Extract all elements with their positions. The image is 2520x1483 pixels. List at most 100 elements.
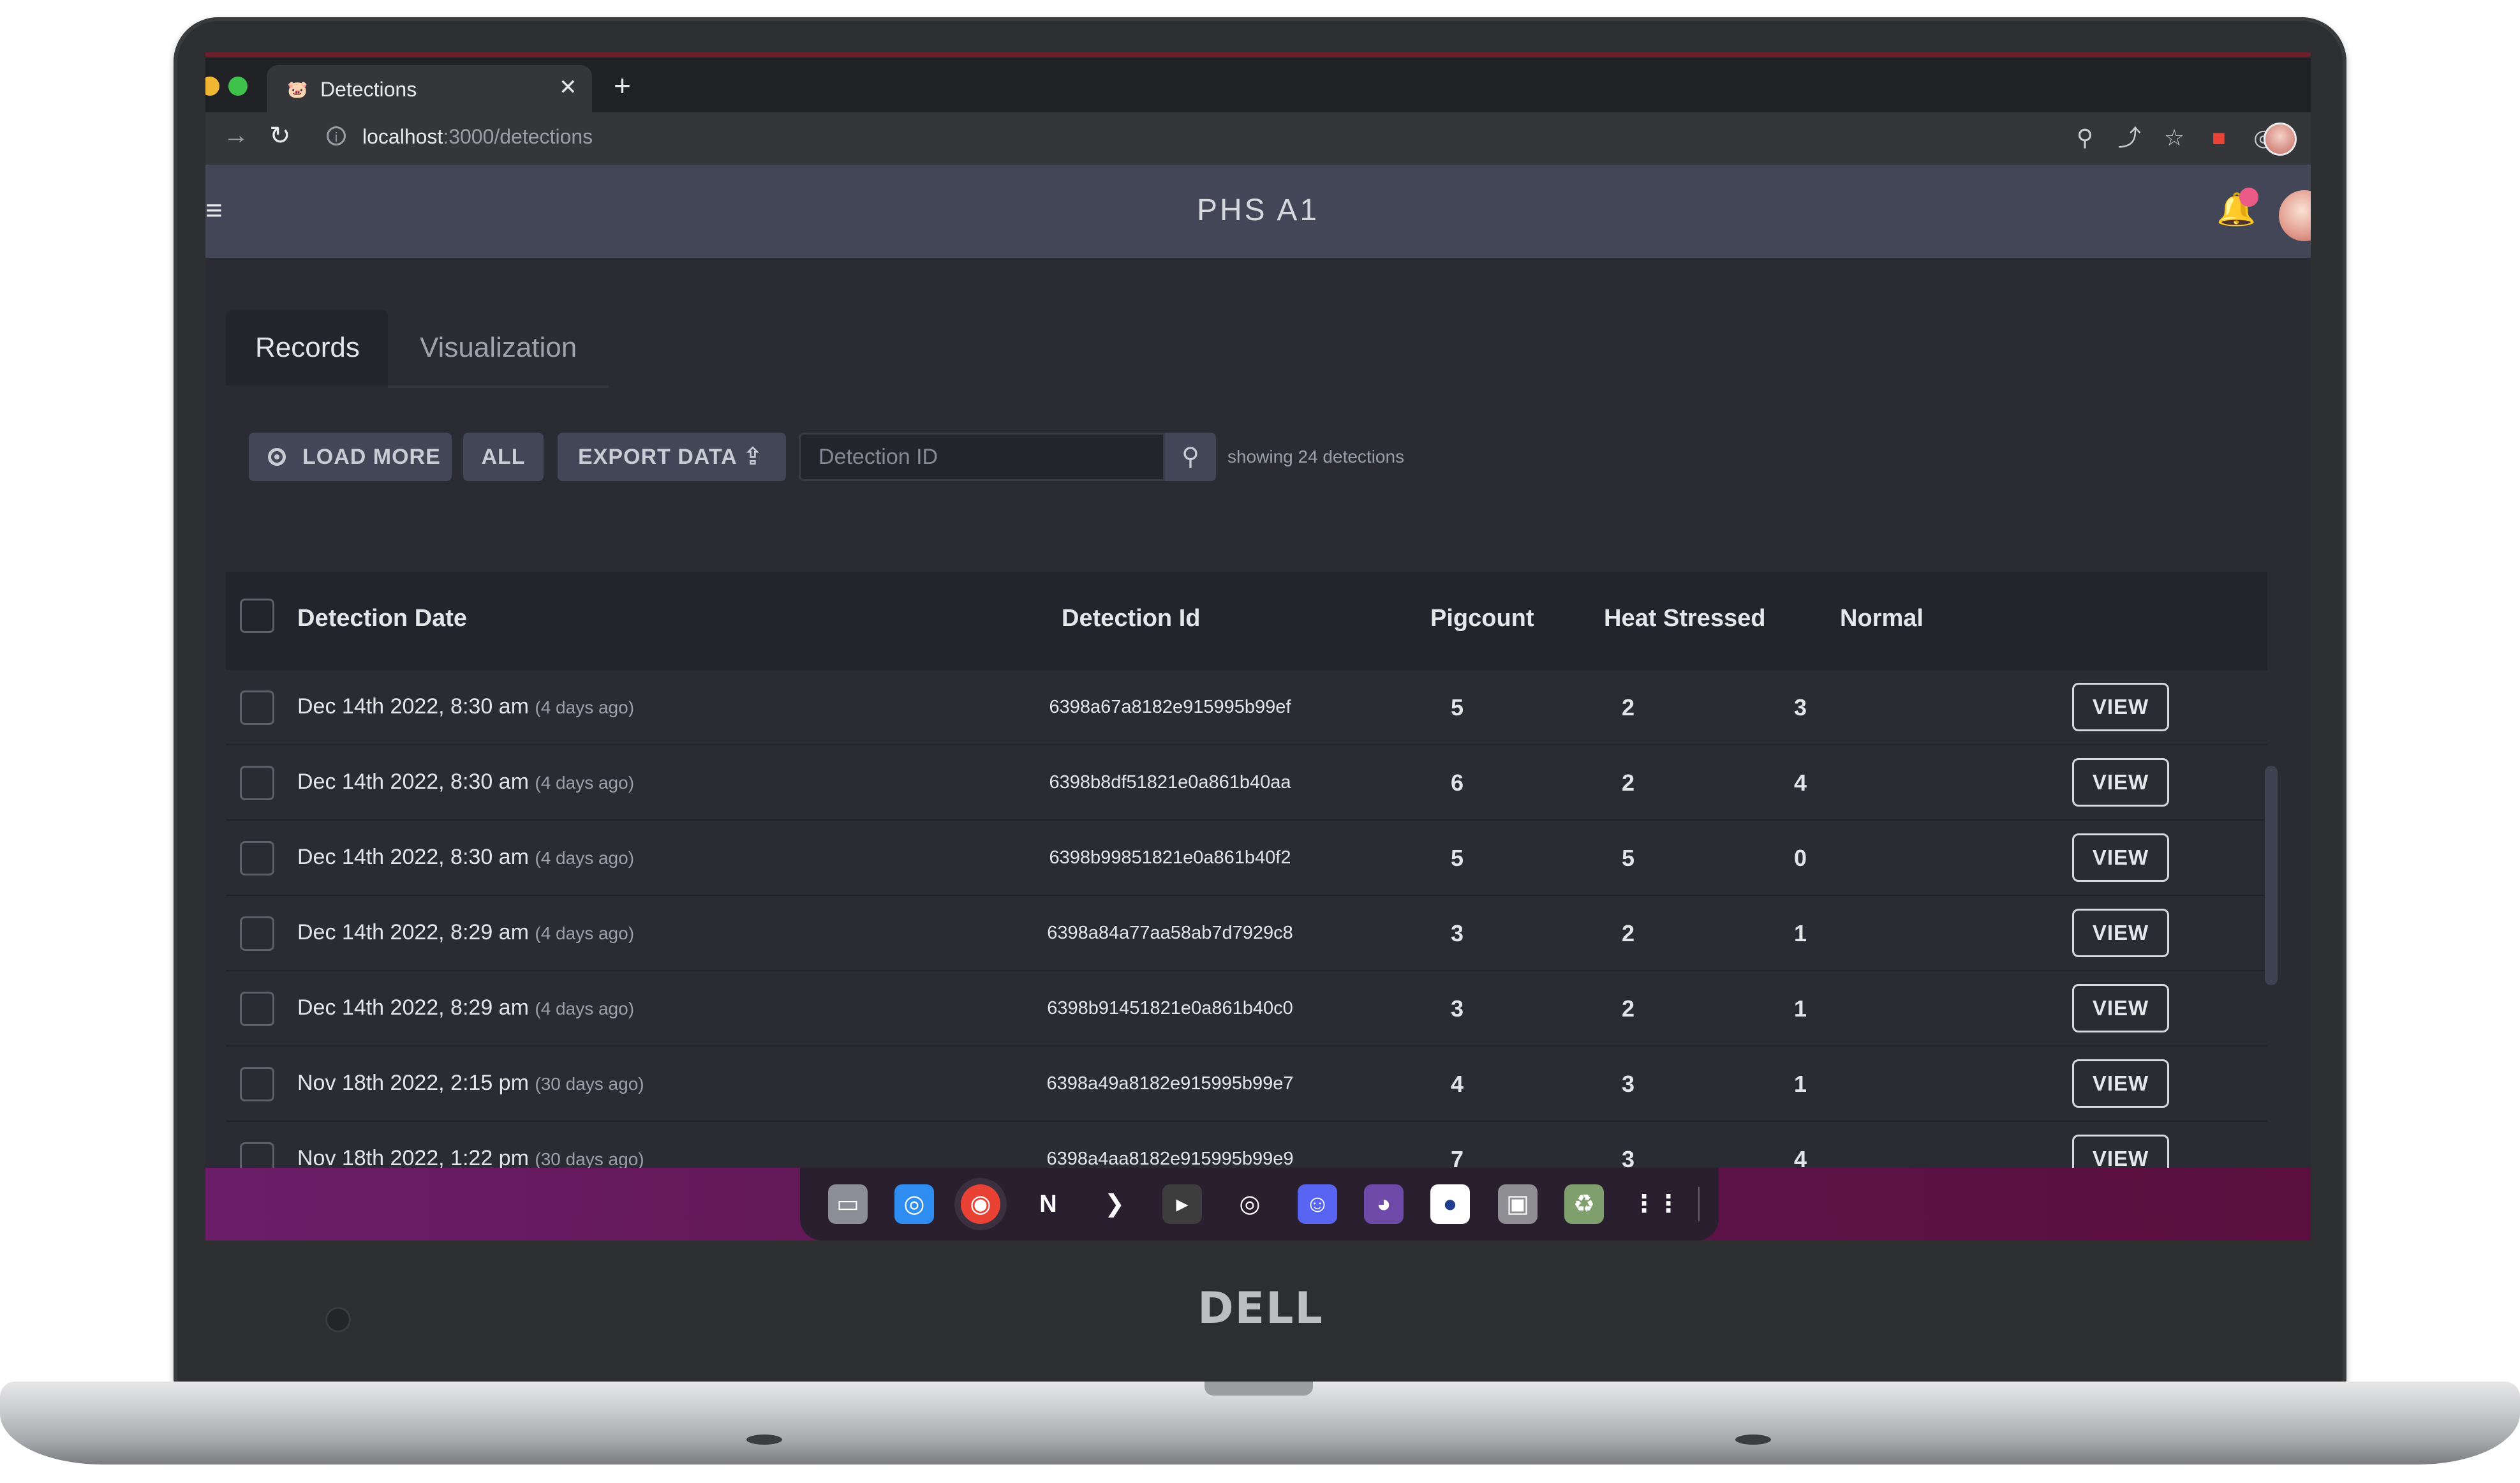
row-heat: 2 [1621, 770, 1635, 796]
forward-arrow-icon[interactable]: → [223, 121, 249, 150]
row-detection-id: 6398a84a77aa58ab7d7929c8 [1047, 923, 1293, 943]
row-detection-id: 6398b99851821e0a861b40f2 [1049, 847, 1291, 868]
site-info-icon[interactable]: i [327, 126, 346, 145]
dock-trash-icon[interactable]: ♻ [1564, 1184, 1604, 1224]
tab-records[interactable]: Records [226, 310, 388, 385]
app-title: PHS A1 [1196, 193, 1320, 227]
detection-relative-time: (30 days ago) [535, 1149, 644, 1169]
detection-date-text: Dec 14th 2022, 8:30 am [297, 845, 529, 869]
dock-drive-icon[interactable]: ▣ [1498, 1184, 1538, 1224]
row-pigcount: 5 [1450, 845, 1464, 871]
dock-vscode-icon[interactable]: ❯ [1095, 1184, 1134, 1224]
view-button[interactable]: VIEW [2072, 758, 2169, 807]
detection-id-search-input[interactable] [799, 433, 1165, 481]
tab-close-icon[interactable]: ✕ [559, 77, 577, 98]
export-data-button[interactable]: EXPORT DATA ⇪ [558, 433, 786, 481]
header-pigcount: Pigcount [1430, 605, 1534, 632]
detection-relative-time: (4 days ago) [535, 848, 635, 868]
table-row: Dec 14th 2022, 8:29 am (4 days ago) 6398b… [226, 971, 2267, 1047]
view-button[interactable]: VIEW [2072, 984, 2169, 1032]
row-pigcount: 3 [1450, 995, 1464, 1022]
share-icon[interactable]: ⤴ [2114, 123, 2145, 153]
zoom-icon[interactable]: ⚲ [2070, 123, 2100, 153]
screen: 🐷 Detections ✕ + → ↻ i localhost:3000/de… [205, 52, 2311, 1241]
row-checkbox[interactable] [240, 1067, 274, 1101]
new-tab-plus-icon[interactable]: + [614, 70, 631, 101]
extension-red-icon[interactable]: ■ [2204, 123, 2234, 153]
detection-date-text: Nov 18th 2022, 2:15 pm [297, 1071, 529, 1095]
dock-browser-icon[interactable]: ◎ [894, 1184, 934, 1224]
row-checkbox[interactable] [240, 916, 274, 951]
row-normal: 1 [1793, 920, 1807, 946]
detection-date-text: Dec 14th 2022, 8:30 am [297, 694, 529, 719]
row-checkbox[interactable] [240, 841, 274, 876]
app-dock: ▭ ◎ ◉ N ❯ ▸ ◎ ☺ ◕ ● ▣ ♻ ⋮⋮ [800, 1168, 1719, 1241]
dock-chrome-icon[interactable]: ◉ [961, 1184, 1000, 1224]
row-checkbox[interactable] [240, 766, 274, 800]
row-checkbox[interactable] [240, 992, 274, 1026]
row-pigcount: 5 [1450, 694, 1464, 720]
row-detection-date: Dec 14th 2022, 8:30 am (4 days ago) [297, 694, 634, 719]
row-normal: 1 [1793, 1071, 1807, 1097]
dock-terminal-icon[interactable]: ▸ [1162, 1184, 1202, 1224]
detection-relative-time: (4 days ago) [535, 923, 635, 943]
url-host: localhost [362, 125, 443, 148]
row-pigcount: 4 [1450, 1071, 1464, 1097]
window-minimize-button[interactable] [205, 77, 219, 96]
row-normal: 1 [1793, 995, 1807, 1022]
row-detection-id: 6398a4aa8182e915995b99e9 [1046, 1149, 1294, 1169]
row-heat: 2 [1621, 694, 1635, 720]
reload-icon[interactable]: ↻ [269, 121, 291, 151]
dock-app-icon[interactable]: ● [1430, 1184, 1470, 1224]
detection-date-text: Dec 14th 2022, 8:29 am [297, 995, 529, 1020]
tab-visualization[interactable]: Visualization [388, 310, 609, 388]
notification-badge [2239, 188, 2258, 207]
tab-visualization-label: Visualization [420, 332, 577, 363]
dock-discord-icon[interactable]: ☺ [1298, 1184, 1337, 1224]
dock-files-icon[interactable]: ▭ [828, 1184, 868, 1224]
table-row: Dec 14th 2022, 8:30 am (4 days ago) 6398b… [226, 821, 2267, 896]
dock-app-grid-icon[interactable]: ⋮⋮ [1632, 1184, 1680, 1224]
dell-logo: DELL [1197, 1283, 1324, 1334]
dock-notion-icon[interactable]: N [1028, 1184, 1068, 1224]
table-row: Nov 18th 2022, 2:15 pm (30 days ago) 6398… [226, 1047, 2267, 1122]
header-detection-date: Detection Date [297, 605, 468, 632]
row-detection-date: Dec 14th 2022, 8:30 am (4 days ago) [297, 770, 634, 794]
row-detection-date: Nov 18th 2022, 2:15 pm (30 days ago) [297, 1071, 644, 1096]
table-row: Dec 14th 2022, 8:30 am (4 days ago) 6398a… [226, 670, 2267, 745]
view-button[interactable]: VIEW [2072, 909, 2169, 957]
url-bar[interactable]: localhost:3000/detections [362, 125, 593, 149]
detection-date-text: Nov 18th 2022, 1:22 pm [297, 1146, 529, 1170]
all-button[interactable]: ALL [463, 433, 544, 481]
view-button[interactable]: VIEW [2072, 833, 2169, 882]
browser-toolbar: → ↻ i localhost:3000/detections ⚲ ⤴ ☆ ■ … [205, 112, 2311, 165]
window-maximize-button[interactable] [228, 77, 248, 96]
dock-obs-icon[interactable]: ◎ [1230, 1184, 1270, 1224]
browser-profile-avatar[interactable] [2264, 123, 2297, 156]
bookmark-star-icon[interactable]: ☆ [2159, 123, 2190, 153]
load-more-button[interactable]: LOAD MORE [249, 433, 452, 481]
search-icon[interactable]: ⚲ [1165, 433, 1216, 481]
select-all-checkbox[interactable] [240, 599, 274, 633]
row-detection-id: 6398a49a8182e915995b99e7 [1046, 1073, 1294, 1094]
table-scrollbar[interactable] [2265, 766, 2278, 985]
view-button[interactable]: VIEW [2072, 683, 2169, 731]
browser-tab-detections[interactable]: 🐷 Detections ✕ [267, 65, 592, 112]
dock-github-icon[interactable]: ◕ [1364, 1184, 1404, 1224]
export-data-label: EXPORT DATA [578, 445, 737, 469]
row-checkbox[interactable] [240, 690, 274, 725]
view-button[interactable]: VIEW [2072, 1059, 2169, 1108]
header-normal: Normal [1840, 605, 1923, 632]
row-heat: 3 [1621, 1071, 1635, 1097]
row-normal: 4 [1793, 770, 1807, 796]
table-row: Dec 14th 2022, 8:29 am (4 days ago) 6398a… [226, 896, 2267, 971]
detection-relative-time: (4 days ago) [535, 697, 635, 717]
row-normal: 0 [1793, 845, 1807, 871]
row-pigcount: 3 [1450, 920, 1464, 946]
row-detection-id: 6398b8df51821e0a861b40aa [1049, 772, 1291, 793]
export-share-icon: ⇪ [743, 443, 764, 470]
pig-favicon-icon: 🐷 [287, 80, 308, 99]
tab-records-label: Records [255, 332, 360, 363]
detection-relative-time: (30 days ago) [535, 1074, 644, 1094]
row-detection-date: Dec 14th 2022, 8:29 am (4 days ago) [297, 995, 634, 1020]
